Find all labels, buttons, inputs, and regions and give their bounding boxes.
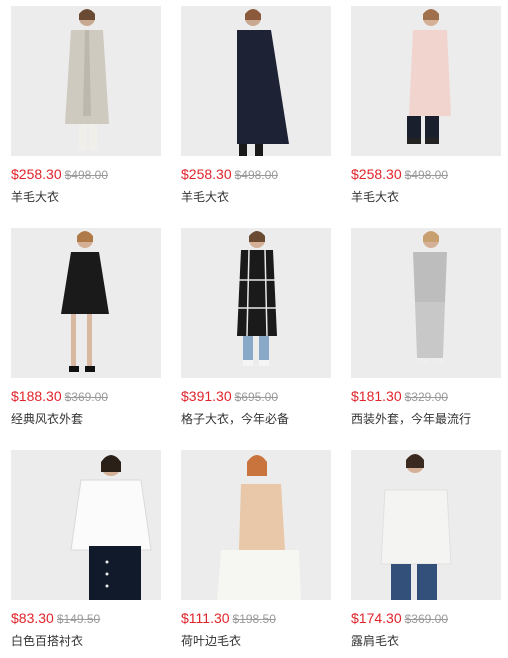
product-grid: $258.30 $498.00 羊毛大衣 $258.30 $498.00 羊毛大衣 — [0, 0, 508, 658]
product-card[interactable]: $83.30 $149.50 白色百搭衬衣 — [11, 450, 161, 649]
product-card[interactable]: $391.30 $695.00 格子大衣，今年必备 — [181, 228, 331, 427]
original-price: $498.00 — [234, 168, 278, 182]
original-price: $198.50 — [232, 612, 276, 626]
product-card[interactable]: $188.30 $369.00 经典风衣外套 — [11, 228, 161, 427]
original-price: $329.00 — [404, 390, 448, 404]
product-image-plaid-coat[interactable] — [181, 228, 331, 378]
product-image-off-shoulder-sweater[interactable] — [351, 450, 501, 600]
product-card[interactable]: $174.30 $369.00 露肩毛衣 — [351, 450, 501, 649]
original-price: $369.00 — [404, 612, 448, 626]
product-name[interactable]: 羊毛大衣 — [11, 188, 161, 205]
sale-price: $258.30 — [181, 166, 232, 182]
sale-price: $174.30 — [351, 610, 402, 626]
product-name[interactable]: 羊毛大衣 — [351, 188, 501, 205]
sale-price: $258.30 — [351, 166, 402, 182]
product-name[interactable]: 露肩毛衣 — [351, 632, 501, 649]
original-price: $498.00 — [404, 168, 448, 182]
product-card[interactable]: $181.30 $329.00 西装外套，今年最流行 — [351, 228, 501, 427]
product-name[interactable]: 经典风衣外套 — [11, 410, 161, 427]
product-image-pink-wool-coat[interactable] — [351, 6, 501, 156]
original-price: $369.00 — [64, 390, 108, 404]
sale-price: $181.30 — [351, 388, 402, 404]
product-image-ruffle-sweater[interactable] — [181, 450, 331, 600]
original-price: $695.00 — [234, 390, 278, 404]
product-card[interactable]: $258.30 $498.00 羊毛大衣 — [11, 6, 161, 205]
product-card[interactable]: $111.30 $198.50 荷叶边毛衣 — [181, 450, 331, 649]
product-name[interactable]: 羊毛大衣 — [181, 188, 331, 205]
product-image-white-blouse[interactable] — [11, 450, 161, 600]
sale-price: $83.30 — [11, 610, 54, 626]
original-price: $498.00 — [64, 168, 108, 182]
sale-price: $258.30 — [11, 166, 62, 182]
product-card[interactable]: $258.30 $498.00 羊毛大衣 — [181, 6, 331, 205]
product-image-light-grey-wool-coat[interactable] — [11, 6, 161, 156]
product-image-black-trench-coat[interactable] — [11, 228, 161, 378]
product-name[interactable]: 格子大衣，今年必备 — [181, 410, 331, 427]
product-image-grey-blazer-suit[interactable] — [351, 228, 501, 378]
sale-price: $391.30 — [181, 388, 232, 404]
sale-price: $111.30 — [181, 610, 230, 626]
product-image-navy-wool-coat[interactable] — [181, 6, 331, 156]
original-price: $149.50 — [56, 612, 101, 626]
product-card[interactable]: $258.30 $498.00 羊毛大衣 — [351, 6, 501, 205]
sale-price: $188.30 — [11, 388, 62, 404]
product-name[interactable]: 西装外套，今年最流行 — [351, 410, 501, 427]
product-name[interactable]: 荷叶边毛衣 — [181, 632, 331, 649]
product-name[interactable]: 白色百搭衬衣 — [11, 632, 161, 649]
